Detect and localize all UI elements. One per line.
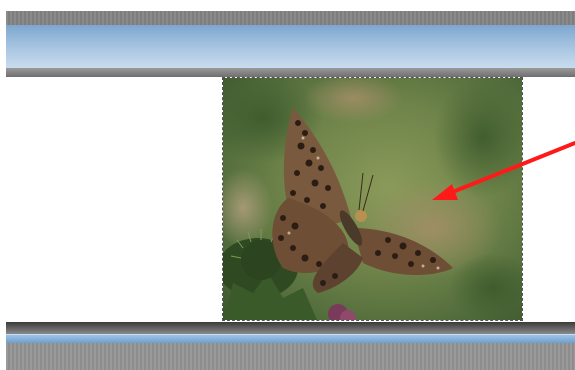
butterfly-photo (223, 78, 522, 320)
bottom-divider (6, 322, 575, 334)
top-edge (0, 0, 575, 11)
bottom-gray-band (6, 343, 575, 370)
top-gray-band (6, 11, 575, 26)
selected-image[interactable] (222, 77, 523, 321)
title-bar (6, 25, 575, 68)
